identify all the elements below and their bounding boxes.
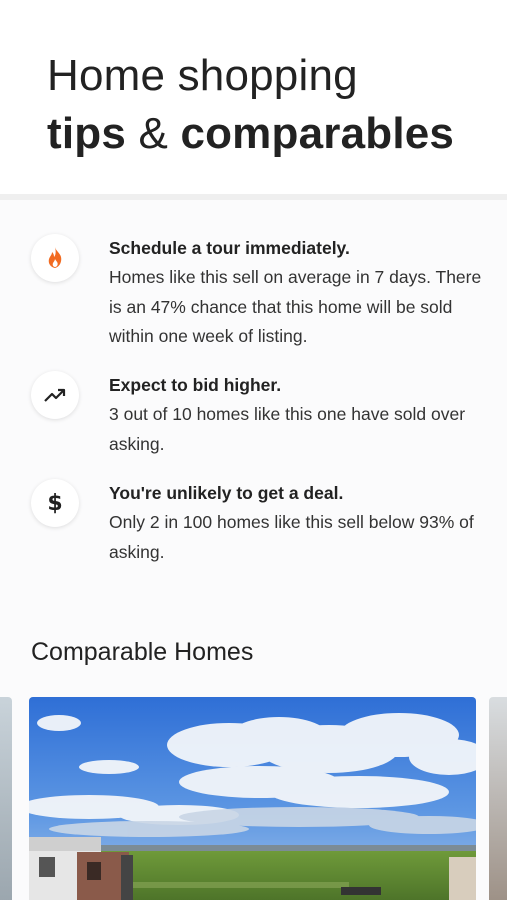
page-title-comparables: comparables (180, 109, 455, 158)
screen: Home shopping tips & comparables Schedul… (0, 0, 507, 900)
fire-icon (31, 234, 79, 282)
trending-up-icon (31, 371, 79, 419)
comparable-home-card-prev[interactable] (0, 697, 12, 900)
page-title-ampersand: & (126, 109, 181, 158)
page-header: Home shopping tips & comparables (0, 0, 507, 194)
tip-text: You're unlikely to get a deal. Only 2 in… (109, 479, 489, 567)
tip-text: Schedule a tour immediately. Homes like … (109, 234, 489, 352)
tip-heading: You're unlikely to get a deal. (109, 483, 344, 503)
tip-body: Homes like this sell on average in 7 day… (109, 267, 482, 346)
tip-body: 3 out of 10 homes like this one have sol… (109, 404, 466, 454)
page-title-line2: tips & comparables (47, 108, 454, 160)
page-title-tips: tips (47, 109, 127, 158)
comparable-homes-title: Comparable Homes (31, 638, 254, 666)
tip-body: Only 2 in 100 homes like this sell below… (109, 512, 474, 562)
page-title-line1: Home shopping (47, 51, 358, 100)
tips-section: Schedule a tour immediately. Homes like … (0, 200, 507, 900)
comparable-home-card-next[interactable] (489, 697, 507, 900)
tip-text: Expect to bid higher. 3 out of 10 homes … (109, 371, 489, 459)
comparable-home-photo (29, 697, 476, 900)
tip-heading: Schedule a tour immediately. (109, 238, 350, 258)
dollar-icon: $ (31, 479, 79, 527)
comparable-home-card[interactable] (29, 697, 476, 900)
tip-heading: Expect to bid higher. (109, 375, 282, 395)
